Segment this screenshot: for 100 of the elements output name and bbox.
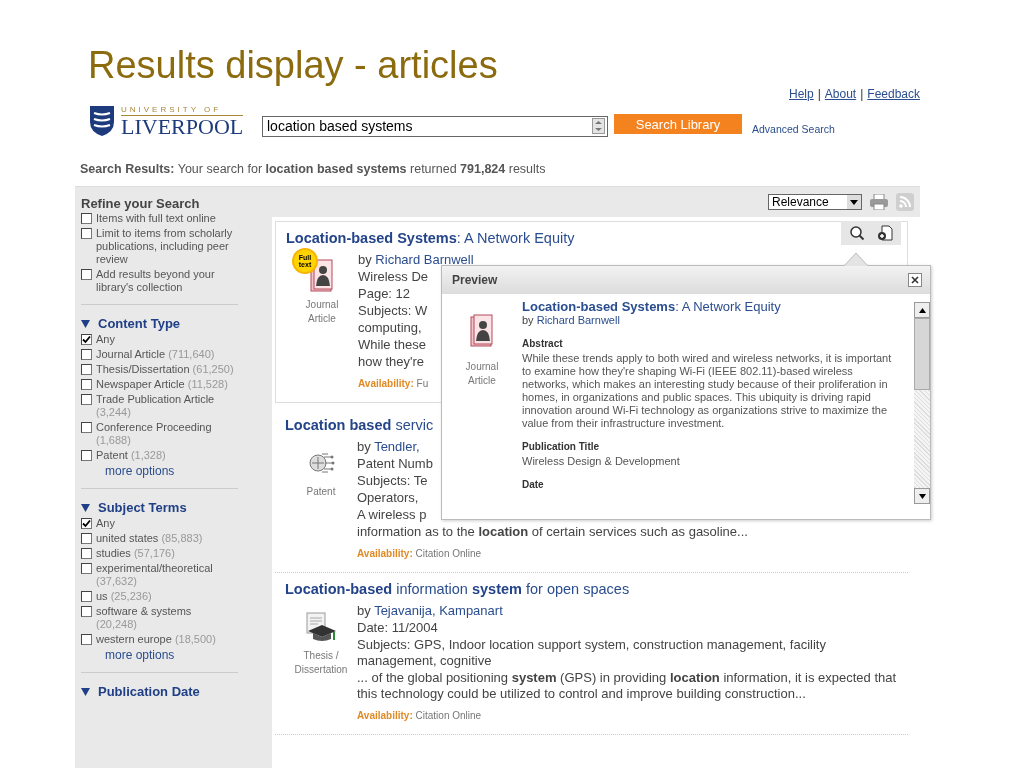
advanced-search-link[interactable]: Advanced Search: [752, 123, 835, 135]
graduation-cap-icon: [304, 611, 338, 643]
section-heading: Abstract: [522, 337, 564, 350]
option-label: Patent (1,328): [96, 449, 166, 462]
checkbox[interactable]: [81, 563, 92, 574]
spinner-icon: [592, 117, 605, 134]
article-title-link[interactable]: Location-based Systems: A Network Equity: [522, 300, 781, 313]
result-detail: information as to the location of certain services such as gasoline...: [357, 524, 748, 540]
checkbox[interactable]: [81, 518, 92, 529]
result-detail: A wireless p: [357, 507, 427, 523]
checkbox[interactable]: [81, 213, 92, 224]
checkbox[interactable]: [81, 606, 92, 617]
preview-title: Preview: [452, 273, 498, 287]
option-label: Trade Publication Article (3,244): [96, 393, 216, 419]
section-heading: Publication Title: [522, 440, 601, 453]
logo-subtitle: UNIVERSITY OF: [121, 104, 223, 115]
section-text: While these trends apply to both wired and wireless networks, it is important to examine how they're shaping Wi-Fi (IEEE 802.11)-based wireless networks, which makes an interesting study because of their proliferation in homes, in organizations and public spaces. This ubiquity is driving rapid innovation around Wi-Fi technology as organizations strive to maximize the value from their infrastructure investment.: [522, 352, 893, 430]
shield-icon: [89, 105, 115, 137]
option-label: studies (57,176): [96, 547, 175, 560]
add-document-icon[interactable]: [877, 225, 893, 241]
checkbox[interactable]: [81, 533, 92, 544]
result-title-link[interactable]: Location based servic: [285, 417, 434, 433]
by-label: by: [357, 439, 371, 454]
result-title-link[interactable]: Location-based Systems: A Network Equity: [286, 230, 575, 246]
facet-heading: Subject Terms: [98, 500, 187, 515]
author-link[interactable]: Richard Barnwell: [536, 314, 620, 326]
journal-icon: [469, 314, 495, 348]
option-label: Limit to items from scholarly publications, including peer review: [96, 227, 234, 266]
more-options-link[interactable]: more options: [105, 648, 175, 662]
checkbox[interactable]: [81, 394, 92, 405]
header-link[interactable]: Feedback: [867, 87, 920, 103]
option-label: Any: [96, 517, 115, 530]
author-link[interactable]: Tejavanija, Kampanart: [374, 603, 503, 618]
author-link[interactable]: Tendler,: [374, 439, 420, 454]
result-detail: Patent Numb: [357, 456, 433, 472]
option-label: Any: [96, 333, 115, 346]
logo-title: LIVERPOOL: [121, 114, 244, 138]
more-options-link[interactable]: more options: [105, 464, 175, 478]
down-arrow-icon[interactable]: [918, 493, 926, 499]
scrollbar[interactable]: [914, 302, 930, 504]
availability-value: Citation Online: [415, 710, 482, 721]
option-label: united states (85,883): [96, 532, 203, 545]
option-label: experimental/theoretical (37,632): [96, 562, 214, 588]
checkbox[interactable]: [81, 334, 92, 345]
checkbox[interactable]: [81, 422, 92, 433]
facet-heading: Publication Date: [98, 684, 200, 699]
up-arrow-icon[interactable]: [918, 307, 926, 313]
option-label: Conference Proceeding (1,688): [96, 421, 213, 447]
option-label: Add results beyond your library's collection: [96, 268, 216, 294]
type-label: Journal Article: [304, 298, 340, 326]
result-detail: While these: [358, 337, 426, 353]
print-icon[interactable]: [870, 194, 888, 210]
author-link[interactable]: Richard Barnwell: [375, 252, 474, 267]
result-detail: Date: 11/2004: [357, 620, 439, 636]
search-field[interactable]: location based systems: [262, 115, 608, 137]
result-detail: ... of the global positioning system (GPS) in providing location information, it is expected that this technology could be utilized to control and improve building construction...: [357, 670, 898, 702]
magnifier-icon[interactable]: [849, 225, 865, 241]
option-label: Newspaper Article (11,528): [96, 378, 228, 391]
by-label: by: [357, 603, 371, 618]
type-label: Patent: [305, 485, 337, 499]
checkbox[interactable]: [81, 228, 92, 239]
result-detail: computing,: [358, 320, 422, 336]
option-label: us (25,236): [96, 590, 152, 603]
by-label: by: [358, 252, 372, 267]
header-link[interactable]: Help: [789, 87, 814, 103]
checkbox[interactable]: [81, 349, 92, 360]
facet-heading: Content Type: [98, 316, 181, 331]
triangle-icon[interactable]: [81, 319, 90, 328]
type-label: Thesis / Dissertation: [293, 649, 349, 677]
result-detail: Operators,: [357, 490, 419, 506]
checkbox[interactable]: [81, 548, 92, 559]
checkbox[interactable]: [81, 379, 92, 390]
result-detail: how they're: [358, 354, 425, 370]
triangle-icon[interactable]: [81, 503, 90, 512]
result-detail: Subjects: W: [358, 303, 428, 319]
section-heading: Date: [522, 478, 545, 491]
option-label: western europe (18,500): [96, 633, 216, 646]
checkbox[interactable]: [81, 450, 92, 461]
caret-icon: [847, 195, 861, 209]
availability-value: Fu: [416, 378, 429, 389]
sort-dropdown[interactable]: Relevance: [768, 194, 862, 210]
result-title-link[interactable]: Location-based information system for open spaces: [285, 581, 630, 597]
triangle-icon[interactable]: [81, 687, 90, 696]
option-label: Journal Article (711,640): [96, 348, 215, 361]
checkbox[interactable]: [81, 634, 92, 645]
result-detail: Wireless De: [358, 269, 429, 285]
availability-label: Availability:: [357, 710, 413, 721]
result-detail: Page: 12: [358, 286, 411, 302]
header-link[interactable]: About: [824, 87, 857, 103]
availability-label: Availability:: [357, 548, 413, 559]
section-text: Wireless Design & Development: [522, 455, 681, 468]
checkbox[interactable]: [81, 364, 92, 375]
option-label: Thesis/Dissertation (61,250): [96, 363, 234, 376]
refine-heading: Refine your Search: [81, 196, 201, 211]
availability-label: Availability:: [358, 378, 414, 389]
by-label: by: [522, 314, 534, 326]
checkbox[interactable]: [81, 591, 92, 602]
close-button[interactable]: [908, 273, 922, 287]
availability-value: Citation Online: [415, 548, 482, 559]
checkbox[interactable]: [81, 269, 92, 280]
